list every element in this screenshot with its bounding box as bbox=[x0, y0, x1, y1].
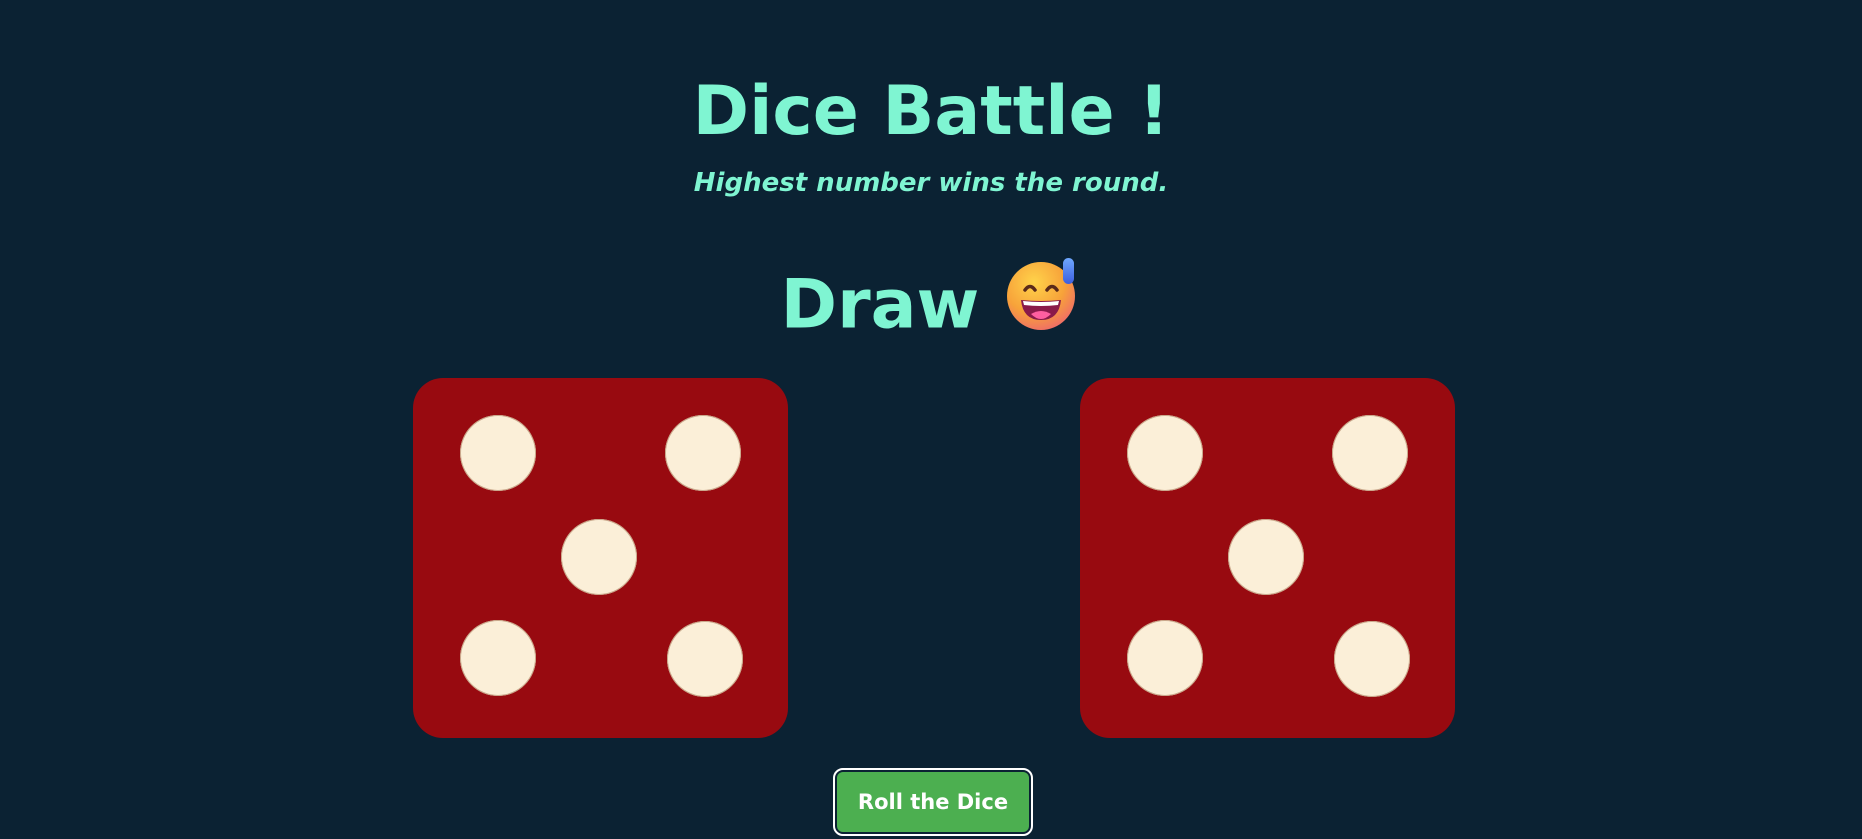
page-subtitle: Highest number wins the round. bbox=[693, 168, 1169, 198]
roll-dice-button[interactable]: Roll the Dice bbox=[833, 768, 1033, 836]
die-pip bbox=[1334, 621, 1410, 697]
die-pip bbox=[460, 620, 536, 696]
round-result-label: Draw bbox=[780, 265, 980, 345]
die-pip bbox=[1228, 519, 1304, 595]
grinning-face-with-sweat-icon bbox=[1005, 256, 1081, 350]
die-pip bbox=[1127, 620, 1203, 696]
round-result: Draw bbox=[0, 258, 1862, 356]
die-player-right bbox=[1080, 378, 1455, 738]
die-pip bbox=[667, 621, 743, 697]
die-pip bbox=[665, 415, 741, 491]
die-player-left bbox=[413, 378, 788, 738]
page-title: Dice Battle ! bbox=[692, 72, 1170, 151]
die-pip bbox=[561, 519, 637, 595]
die-pip bbox=[460, 415, 536, 491]
die-pip bbox=[1332, 415, 1408, 491]
die-pip bbox=[1127, 415, 1203, 491]
